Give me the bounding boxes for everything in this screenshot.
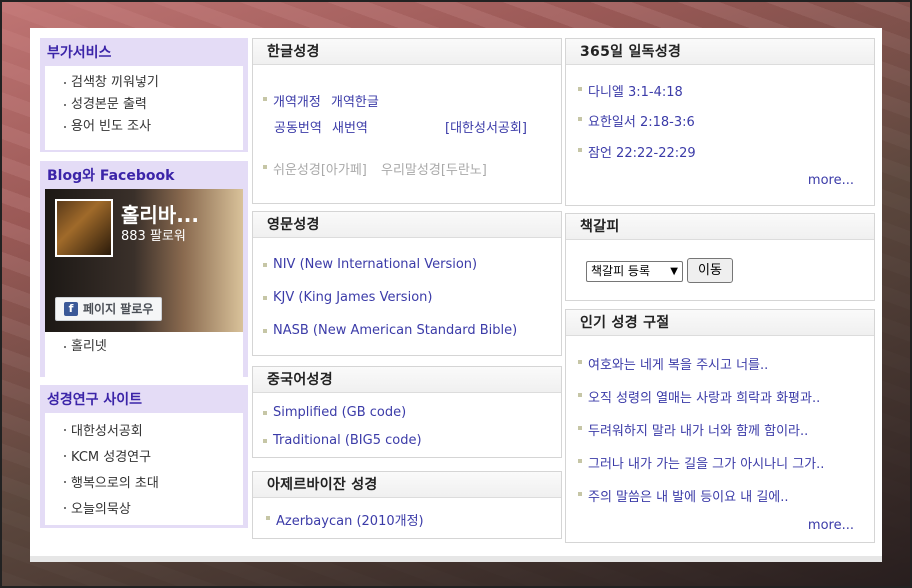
popular-verses-title: 인기 성경 구절	[566, 310, 874, 336]
service-item-print[interactable]: 성경본문 출력	[45, 94, 243, 116]
link-easy-bible[interactable]: 쉬운성경[아가페]	[273, 163, 367, 178]
daily-item-2: 요한일서 2:18-3:6	[578, 111, 695, 130]
azerbaijani-bible-title: 아제르바이잔 성경	[253, 472, 561, 498]
link-nasb[interactable]: NASB (New American Standard Bible)	[273, 323, 517, 338]
daily-item-3: 잠언 22:22-22:29	[578, 142, 696, 161]
link-bible-society[interactable]: [대한성서공회]	[445, 117, 527, 136]
korean-bible-title: 한글성경	[253, 39, 561, 65]
korean-bible-box: 한글성경 개역개정 개역한글 공동번역 새번역 [대한성서공회] 쉬운성경[아가…	[252, 38, 562, 204]
bookmark-select[interactable]: 책갈피 등록 ▼	[586, 261, 683, 282]
popular-more-link[interactable]: more...	[808, 518, 854, 533]
daily-more-link[interactable]: more...	[808, 173, 854, 188]
korean-row-2: 공동번역 새번역	[274, 117, 368, 136]
popular-item-1: 여호와는 네게 복을 주시고 너를..	[578, 354, 768, 373]
azerbaijani-item-1: Azerbaycan (2010개정)	[266, 510, 424, 529]
research-title: 성경연구 사이트	[47, 392, 143, 408]
link-proverbs[interactable]: 잠언 22:22-22:29	[588, 146, 696, 161]
daily-item-1: 다니엘 3:1-4:18	[578, 81, 683, 100]
follower-count: 883 팔로워	[121, 229, 186, 244]
link-common-translation[interactable]: 공동번역	[274, 121, 322, 136]
follow-page-label: 페이지 팔로우	[83, 302, 154, 316]
chinese-bible-title: 중국어성경	[253, 367, 561, 393]
link-azerbaycan[interactable]: Azerbaycan (2010개정)	[276, 514, 424, 529]
english-item-3: NASB (New American Standard Bible)	[263, 323, 517, 338]
daily-reading-title: 365일 일독성경	[566, 39, 874, 65]
facebook-icon: f	[64, 302, 78, 316]
link-traditional[interactable]: Traditional (BIG5 code)	[273, 433, 422, 448]
social-item-holynet[interactable]: 홀리넷	[45, 336, 243, 358]
azerbaijani-bible-box: 아제르바이잔 성경 Azerbaycan (2010개정)	[252, 471, 562, 539]
services-box: 부가서비스 검색창 끼워넣기 성경본문 출력 용어 빈도 조사	[40, 38, 248, 152]
link-popular-verse-4[interactable]: 그러나 내가 가는 길을 그가 아시나니 그가..	[588, 457, 824, 472]
link-popular-verse-1[interactable]: 여호와는 네게 복을 주시고 너를..	[588, 358, 768, 373]
follow-page-button[interactable]: f 페이지 팔로우	[55, 297, 163, 321]
english-bible-title: 영문성경	[253, 212, 561, 238]
link-revised-korean[interactable]: 개역개정	[273, 95, 321, 110]
popular-item-3: 두려워하지 말라 내가 너와 함께 함이라..	[578, 420, 808, 439]
link-korean-revised[interactable]: 개역한글	[331, 95, 379, 110]
link-popular-verse-2[interactable]: 오직 성령의 열매는 사랑과 희락과 화평과..	[588, 391, 820, 406]
link-kjv[interactable]: KJV (King James Version)	[273, 290, 432, 305]
chinese-item-2: Traditional (BIG5 code)	[263, 433, 422, 448]
chevron-down-icon: ▼	[670, 266, 678, 277]
page-avatar[interactable]	[55, 199, 113, 257]
link-niv[interactable]: NIV (New International Version)	[273, 257, 477, 272]
english-bible-box: 영문성경 NIV (New International Version) KJV…	[252, 211, 562, 356]
link-woorimal-bible[interactable]: 우리말성경[두란노]	[381, 163, 487, 178]
bookmark-box: 책갈피 책갈피 등록 ▼ 이동	[565, 213, 875, 301]
content-panel: 부가서비스 검색창 끼워넣기 성경본문 출력 용어 빈도 조사 Blog와 Fa…	[30, 28, 882, 556]
services-title: 부가서비스	[47, 45, 112, 61]
link-popular-verse-5[interactable]: 주의 말씀은 내 발에 등이요 내 길에..	[588, 490, 789, 505]
page-name[interactable]: 홀리바...	[121, 199, 199, 228]
facebook-page-card[interactable]: 홀리바... 883 팔로워 f 페이지 팔로우	[45, 189, 243, 332]
english-item-2: KJV (King James Version)	[263, 290, 432, 305]
social-title: Blog와 Facebook	[47, 168, 175, 184]
service-item-embed-search[interactable]: 검색창 끼워넣기	[45, 72, 243, 94]
bookmark-select-value: 책갈피 등록	[591, 264, 651, 278]
english-item-1: NIV (New International Version)	[263, 257, 477, 272]
bottom-scrollbar[interactable]	[30, 556, 882, 562]
chinese-item-1: Simplified (GB code)	[263, 405, 406, 420]
popular-verses-box: 인기 성경 구절 여호와는 네게 복을 주시고 너를.. 오직 성령의 열매는 …	[565, 309, 875, 543]
korean-row-1: 개역개정 개역한글	[263, 91, 379, 110]
research-box: 성경연구 사이트 대한성서공회 KCM 성경연구 행복으로의 초대 오늘의묵상	[40, 385, 248, 528]
popular-item-2: 오직 성령의 열매는 사랑과 희락과 화평과..	[578, 387, 820, 406]
research-item-kcm[interactable]: KCM 성경연구	[45, 445, 243, 471]
link-simplified[interactable]: Simplified (GB code)	[273, 405, 406, 420]
link-daniel[interactable]: 다니엘 3:1-4:18	[588, 85, 683, 100]
daily-reading-box: 365일 일독성경 다니엘 3:1-4:18 요한일서 2:18-3:6 잠언 …	[565, 38, 875, 206]
popular-item-5: 주의 말씀은 내 발에 등이요 내 길에..	[578, 486, 789, 505]
research-item-meditation[interactable]: 오늘의묵상	[45, 497, 243, 523]
research-item-invitation[interactable]: 행복으로의 초대	[45, 471, 243, 497]
research-item-bible-society[interactable]: 대한성서공회	[45, 419, 243, 445]
bookmark-title: 책갈피	[566, 214, 874, 240]
link-new-translation[interactable]: 새번역	[332, 121, 368, 136]
popular-item-4: 그러나 내가 가는 길을 그가 아시나니 그가..	[578, 453, 824, 472]
social-box: Blog와 Facebook 홀리바... 883 팔로워 f 페이지 팔로우 …	[40, 161, 248, 378]
service-item-frequency[interactable]: 용어 빈도 조사	[45, 116, 243, 138]
korean-row-3: 쉬운성경[아가페] 우리말성경[두란노]	[263, 159, 487, 178]
link-1john[interactable]: 요한일서 2:18-3:6	[588, 115, 695, 130]
bookmark-go-button[interactable]: 이동	[687, 258, 733, 283]
link-popular-verse-3[interactable]: 두려워하지 말라 내가 너와 함께 함이라..	[588, 424, 808, 439]
chinese-bible-box: 중국어성경 Simplified (GB code) Traditional (…	[252, 366, 562, 458]
